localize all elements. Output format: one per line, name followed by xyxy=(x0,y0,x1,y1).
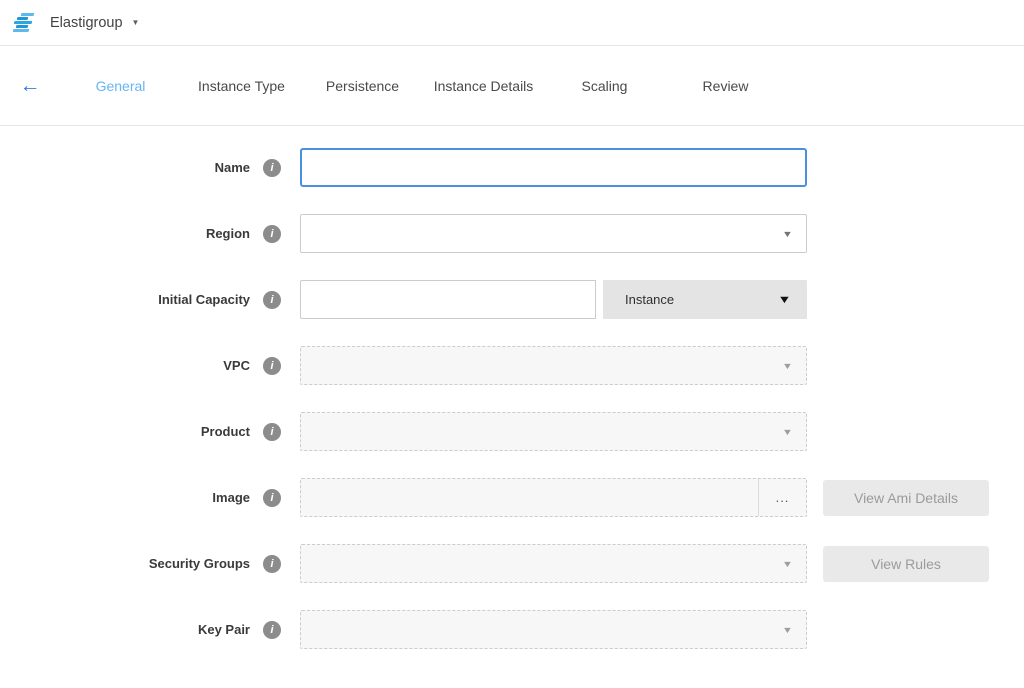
capacity-unit-select[interactable]: Instance ▼ xyxy=(603,280,807,319)
back-button[interactable]: ← xyxy=(0,75,60,96)
key-pair-row: Key Pair i ▼ xyxy=(0,610,1024,649)
initial-capacity-info-icon[interactable]: i xyxy=(263,291,281,309)
region-info-icon[interactable]: i xyxy=(263,225,281,243)
product-select: ▼ xyxy=(300,412,807,451)
chevron-down-icon: ▼ xyxy=(782,361,793,371)
tab-scaling[interactable]: Scaling xyxy=(544,68,665,104)
product-info-icon[interactable]: i xyxy=(263,423,281,441)
elastigroup-logo-icon xyxy=(12,13,41,32)
tab-review[interactable]: Review xyxy=(665,68,786,104)
chevron-down-icon: ▼ xyxy=(782,559,793,569)
initial-capacity-input[interactable] xyxy=(300,280,596,319)
image-row: Image i ... View Ami Details xyxy=(0,478,1024,517)
wizard-tabbar: ← General Instance Type Persistence Inst… xyxy=(0,46,1024,126)
initial-capacity-row: Initial Capacity i Instance ▼ xyxy=(0,280,1024,319)
app-switcher-caret-icon[interactable]: ▼ xyxy=(132,18,140,27)
back-arrow-icon: ← xyxy=(20,74,41,97)
security-groups-select: ▼ xyxy=(300,544,807,583)
vpc-select: ▼ xyxy=(300,346,807,385)
tab-instance-details[interactable]: Instance Details xyxy=(423,68,544,104)
chevron-down-icon: ▼ xyxy=(782,427,793,437)
security-groups-label: Security Groups xyxy=(0,556,250,571)
chevron-down-icon: ▼ xyxy=(782,229,793,239)
tab-instance-type[interactable]: Instance Type xyxy=(181,68,302,104)
image-browse-button[interactable]: ... xyxy=(758,479,806,516)
name-input[interactable] xyxy=(300,148,807,187)
view-rules-button[interactable]: View Rules xyxy=(823,546,989,582)
vpc-row: VPC i ▼ xyxy=(0,346,1024,385)
chevron-down-icon: ▼ xyxy=(782,625,793,635)
view-ami-details-button[interactable]: View Ami Details xyxy=(823,480,989,516)
general-settings-form: Name i Region i ▼ Initial Capacity i Ins… xyxy=(0,126,1024,649)
vpc-label: VPC xyxy=(0,358,250,373)
image-input-group: ... xyxy=(300,478,807,517)
key-pair-label: Key Pair xyxy=(0,622,250,637)
name-label: Name xyxy=(0,160,250,175)
initial-capacity-label: Initial Capacity xyxy=(0,292,250,307)
capacity-unit-value: Instance xyxy=(625,292,674,307)
tab-persistence[interactable]: Persistence xyxy=(302,68,423,104)
name-info-icon[interactable]: i xyxy=(263,159,281,177)
security-groups-row: Security Groups i ▼ View Rules xyxy=(0,544,1024,583)
key-pair-info-icon[interactable]: i xyxy=(263,621,281,639)
name-row: Name i xyxy=(0,148,1024,187)
tab-general[interactable]: General xyxy=(60,68,181,104)
image-label: Image xyxy=(0,490,250,505)
image-info-icon[interactable]: i xyxy=(263,489,281,507)
app-header: Elastigroup ▼ xyxy=(0,0,1024,46)
vpc-info-icon[interactable]: i xyxy=(263,357,281,375)
image-value-field xyxy=(301,479,758,516)
region-row: Region i ▼ xyxy=(0,214,1024,253)
app-title: Elastigroup xyxy=(50,15,123,31)
key-pair-select: ▼ xyxy=(300,610,807,649)
region-select[interactable]: ▼ xyxy=(300,214,807,253)
region-label: Region xyxy=(0,226,250,241)
product-label: Product xyxy=(0,424,250,439)
chevron-down-icon: ▼ xyxy=(777,294,791,306)
security-groups-info-icon[interactable]: i xyxy=(263,555,281,573)
product-row: Product i ▼ xyxy=(0,412,1024,451)
